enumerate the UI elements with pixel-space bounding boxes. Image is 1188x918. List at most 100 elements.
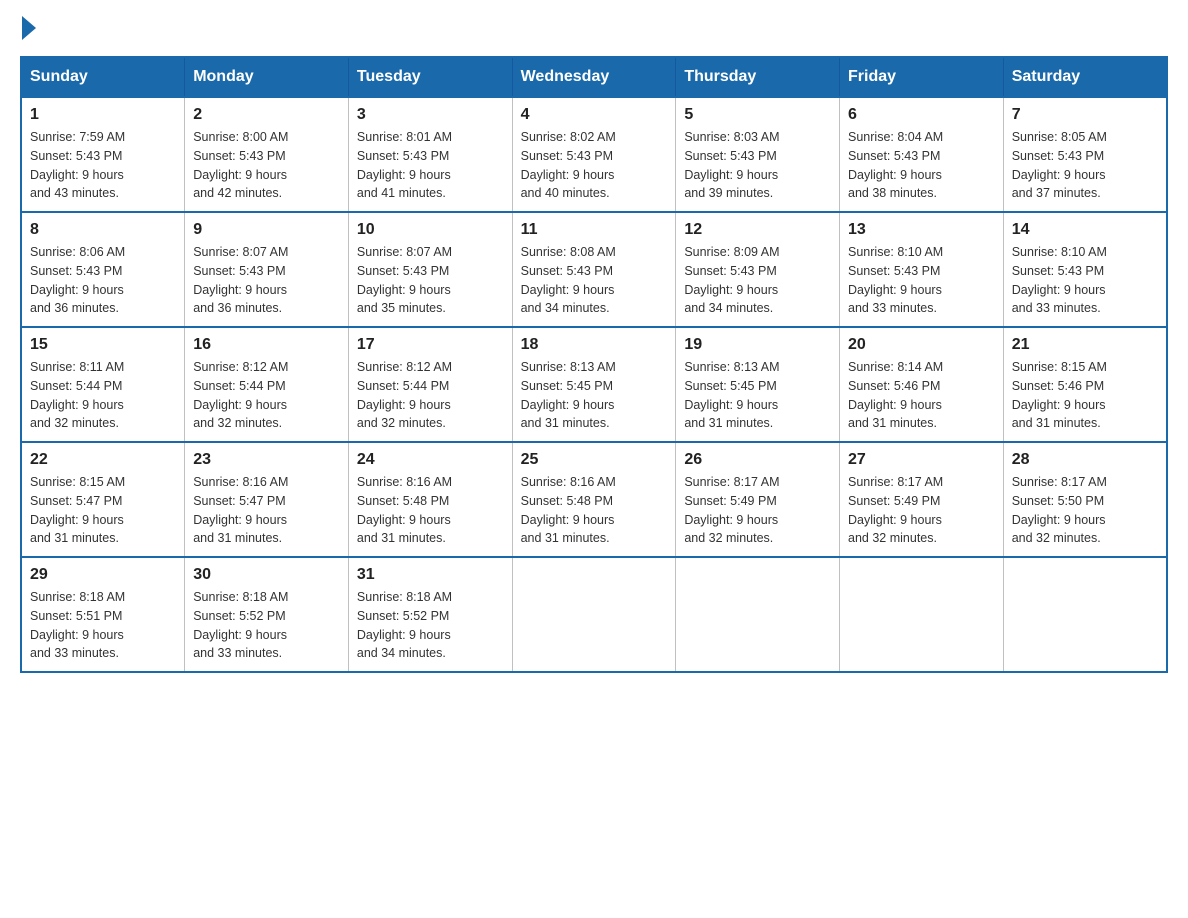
calendar-cell: 9 Sunrise: 8:07 AM Sunset: 5:43 PM Dayli… — [185, 212, 349, 327]
day-number: 10 — [357, 221, 504, 239]
day-number: 27 — [848, 451, 995, 469]
day-number: 4 — [521, 106, 668, 124]
day-info: Sunrise: 8:13 AM Sunset: 5:45 PM Dayligh… — [684, 358, 831, 433]
day-number: 31 — [357, 566, 504, 584]
day-info: Sunrise: 8:04 AM Sunset: 5:43 PM Dayligh… — [848, 128, 995, 203]
day-number: 28 — [1012, 451, 1158, 469]
weekday-header-sunday: Sunday — [21, 57, 185, 97]
calendar-cell — [840, 557, 1004, 672]
calendar-cell: 10 Sunrise: 8:07 AM Sunset: 5:43 PM Dayl… — [348, 212, 512, 327]
page-header — [20, 20, 1168, 36]
day-number: 3 — [357, 106, 504, 124]
day-info: Sunrise: 8:16 AM Sunset: 5:48 PM Dayligh… — [521, 473, 668, 548]
day-number: 2 — [193, 106, 340, 124]
calendar-cell — [676, 557, 840, 672]
day-number: 1 — [30, 106, 176, 124]
day-info: Sunrise: 8:08 AM Sunset: 5:43 PM Dayligh… — [521, 243, 668, 318]
day-info: Sunrise: 8:03 AM Sunset: 5:43 PM Dayligh… — [684, 128, 831, 203]
calendar-cell: 4 Sunrise: 8:02 AM Sunset: 5:43 PM Dayli… — [512, 97, 676, 212]
day-number: 17 — [357, 336, 504, 354]
calendar-cell: 21 Sunrise: 8:15 AM Sunset: 5:46 PM Dayl… — [1003, 327, 1167, 442]
calendar-cell: 26 Sunrise: 8:17 AM Sunset: 5:49 PM Dayl… — [676, 442, 840, 557]
calendar-week-1: 1 Sunrise: 7:59 AM Sunset: 5:43 PM Dayli… — [21, 97, 1167, 212]
weekday-header-row: SundayMondayTuesdayWednesdayThursdayFrid… — [21, 57, 1167, 97]
calendar-cell: 3 Sunrise: 8:01 AM Sunset: 5:43 PM Dayli… — [348, 97, 512, 212]
weekday-header-saturday: Saturday — [1003, 57, 1167, 97]
day-info: Sunrise: 8:18 AM Sunset: 5:51 PM Dayligh… — [30, 588, 176, 663]
day-number: 12 — [684, 221, 831, 239]
day-number: 26 — [684, 451, 831, 469]
calendar-cell: 24 Sunrise: 8:16 AM Sunset: 5:48 PM Dayl… — [348, 442, 512, 557]
calendar-cell: 27 Sunrise: 8:17 AM Sunset: 5:49 PM Dayl… — [840, 442, 1004, 557]
calendar-cell: 28 Sunrise: 8:17 AM Sunset: 5:50 PM Dayl… — [1003, 442, 1167, 557]
day-info: Sunrise: 8:07 AM Sunset: 5:43 PM Dayligh… — [193, 243, 340, 318]
calendar-week-5: 29 Sunrise: 8:18 AM Sunset: 5:51 PM Dayl… — [21, 557, 1167, 672]
day-number: 5 — [684, 106, 831, 124]
day-info: Sunrise: 8:15 AM Sunset: 5:46 PM Dayligh… — [1012, 358, 1158, 433]
day-number: 9 — [193, 221, 340, 239]
day-info: Sunrise: 8:15 AM Sunset: 5:47 PM Dayligh… — [30, 473, 176, 548]
day-number: 24 — [357, 451, 504, 469]
day-number: 21 — [1012, 336, 1158, 354]
logo — [20, 20, 36, 36]
weekday-header-monday: Monday — [185, 57, 349, 97]
day-info: Sunrise: 8:01 AM Sunset: 5:43 PM Dayligh… — [357, 128, 504, 203]
day-info: Sunrise: 8:07 AM Sunset: 5:43 PM Dayligh… — [357, 243, 504, 318]
day-info: Sunrise: 8:12 AM Sunset: 5:44 PM Dayligh… — [193, 358, 340, 433]
calendar-cell: 20 Sunrise: 8:14 AM Sunset: 5:46 PM Dayl… — [840, 327, 1004, 442]
day-number: 15 — [30, 336, 176, 354]
logo-arrow-icon — [22, 16, 36, 40]
day-number: 6 — [848, 106, 995, 124]
day-number: 18 — [521, 336, 668, 354]
day-number: 7 — [1012, 106, 1158, 124]
calendar-cell — [1003, 557, 1167, 672]
calendar-cell: 30 Sunrise: 8:18 AM Sunset: 5:52 PM Dayl… — [185, 557, 349, 672]
day-number: 8 — [30, 221, 176, 239]
day-info: Sunrise: 7:59 AM Sunset: 5:43 PM Dayligh… — [30, 128, 176, 203]
day-number: 29 — [30, 566, 176, 584]
day-info: Sunrise: 8:14 AM Sunset: 5:46 PM Dayligh… — [848, 358, 995, 433]
calendar-cell: 15 Sunrise: 8:11 AM Sunset: 5:44 PM Dayl… — [21, 327, 185, 442]
weekday-header-tuesday: Tuesday — [348, 57, 512, 97]
calendar-cell: 18 Sunrise: 8:13 AM Sunset: 5:45 PM Dayl… — [512, 327, 676, 442]
weekday-header-thursday: Thursday — [676, 57, 840, 97]
day-info: Sunrise: 8:16 AM Sunset: 5:48 PM Dayligh… — [357, 473, 504, 548]
day-info: Sunrise: 8:10 AM Sunset: 5:43 PM Dayligh… — [1012, 243, 1158, 318]
calendar-cell: 13 Sunrise: 8:10 AM Sunset: 5:43 PM Dayl… — [840, 212, 1004, 327]
calendar-cell: 29 Sunrise: 8:18 AM Sunset: 5:51 PM Dayl… — [21, 557, 185, 672]
day-number: 22 — [30, 451, 176, 469]
calendar-cell: 5 Sunrise: 8:03 AM Sunset: 5:43 PM Dayli… — [676, 97, 840, 212]
day-info: Sunrise: 8:05 AM Sunset: 5:43 PM Dayligh… — [1012, 128, 1158, 203]
calendar-cell: 2 Sunrise: 8:00 AM Sunset: 5:43 PM Dayli… — [185, 97, 349, 212]
day-info: Sunrise: 8:12 AM Sunset: 5:44 PM Dayligh… — [357, 358, 504, 433]
day-number: 20 — [848, 336, 995, 354]
day-info: Sunrise: 8:16 AM Sunset: 5:47 PM Dayligh… — [193, 473, 340, 548]
day-info: Sunrise: 8:18 AM Sunset: 5:52 PM Dayligh… — [193, 588, 340, 663]
day-info: Sunrise: 8:02 AM Sunset: 5:43 PM Dayligh… — [521, 128, 668, 203]
day-number: 30 — [193, 566, 340, 584]
calendar-cell: 17 Sunrise: 8:12 AM Sunset: 5:44 PM Dayl… — [348, 327, 512, 442]
day-info: Sunrise: 8:18 AM Sunset: 5:52 PM Dayligh… — [357, 588, 504, 663]
calendar-cell: 12 Sunrise: 8:09 AM Sunset: 5:43 PM Dayl… — [676, 212, 840, 327]
day-info: Sunrise: 8:00 AM Sunset: 5:43 PM Dayligh… — [193, 128, 340, 203]
calendar-cell: 22 Sunrise: 8:15 AM Sunset: 5:47 PM Dayl… — [21, 442, 185, 557]
day-info: Sunrise: 8:09 AM Sunset: 5:43 PM Dayligh… — [684, 243, 831, 318]
day-info: Sunrise: 8:11 AM Sunset: 5:44 PM Dayligh… — [30, 358, 176, 433]
day-info: Sunrise: 8:17 AM Sunset: 5:50 PM Dayligh… — [1012, 473, 1158, 548]
day-number: 11 — [521, 221, 668, 239]
weekday-header-friday: Friday — [840, 57, 1004, 97]
day-info: Sunrise: 8:17 AM Sunset: 5:49 PM Dayligh… — [848, 473, 995, 548]
calendar-week-4: 22 Sunrise: 8:15 AM Sunset: 5:47 PM Dayl… — [21, 442, 1167, 557]
calendar-cell: 8 Sunrise: 8:06 AM Sunset: 5:43 PM Dayli… — [21, 212, 185, 327]
day-number: 25 — [521, 451, 668, 469]
day-info: Sunrise: 8:17 AM Sunset: 5:49 PM Dayligh… — [684, 473, 831, 548]
day-number: 16 — [193, 336, 340, 354]
calendar-cell: 25 Sunrise: 8:16 AM Sunset: 5:48 PM Dayl… — [512, 442, 676, 557]
calendar-cell: 7 Sunrise: 8:05 AM Sunset: 5:43 PM Dayli… — [1003, 97, 1167, 212]
day-number: 19 — [684, 336, 831, 354]
calendar-cell — [512, 557, 676, 672]
calendar-cell: 16 Sunrise: 8:12 AM Sunset: 5:44 PM Dayl… — [185, 327, 349, 442]
day-info: Sunrise: 8:13 AM Sunset: 5:45 PM Dayligh… — [521, 358, 668, 433]
day-number: 13 — [848, 221, 995, 239]
calendar-week-2: 8 Sunrise: 8:06 AM Sunset: 5:43 PM Dayli… — [21, 212, 1167, 327]
